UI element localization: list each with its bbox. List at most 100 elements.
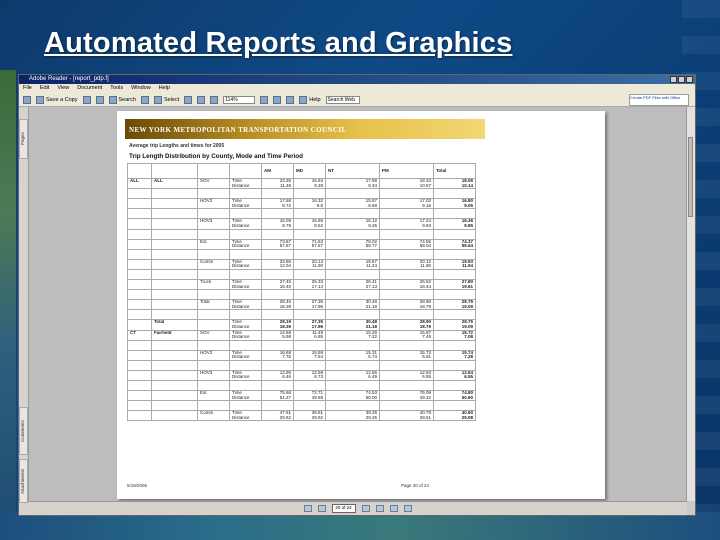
spacer-cell xyxy=(379,339,434,351)
open-icon[interactable] xyxy=(23,95,31,104)
distance-label: Distance xyxy=(232,263,250,269)
vertical-scrollbar[interactable] xyxy=(686,107,695,501)
spacer-cell xyxy=(229,188,262,200)
spacer-cell xyxy=(151,289,198,301)
distance-value: 11.48 xyxy=(280,182,291,188)
distance-value: 6.74 xyxy=(368,354,377,360)
rotate-icon[interactable] xyxy=(286,95,295,104)
value-cell: 39.81 29.92 xyxy=(293,410,326,422)
distance-value: 29.82 xyxy=(279,414,291,420)
county-name-cell xyxy=(151,349,198,361)
save-copy-button[interactable]: Save a Copy xyxy=(36,95,78,104)
value-cell: 17.58 8.72 xyxy=(261,198,294,210)
table-row: ALL ALL SOV Time Distance 23.35 11.48 16.64 9.28… xyxy=(127,177,476,190)
close-button[interactable] xyxy=(686,76,693,83)
document-viewport[interactable]: NEW YORK METROPOLITAN TRANSPORTATION COU… xyxy=(29,107,686,501)
email-icon[interactable] xyxy=(95,95,104,104)
spacer-cell xyxy=(293,289,326,301)
spacer-cell xyxy=(127,228,152,240)
menu-file[interactable]: File xyxy=(23,84,32,93)
previous-page-button[interactable] xyxy=(317,505,326,512)
spacer-cell xyxy=(293,309,326,321)
maximize-button[interactable] xyxy=(678,76,685,83)
help-label: Help xyxy=(309,96,321,103)
distance-value: 11.90 xyxy=(420,263,431,269)
distance-label: Distance xyxy=(232,394,250,400)
scrollbar-thumb[interactable] xyxy=(688,137,693,217)
hand-tool-icon[interactable] xyxy=(140,95,149,104)
table-row: Ext. Time Distance 73.67 57.87 71.53 57.67 78.0… xyxy=(127,238,476,250)
spacer-cell xyxy=(127,268,152,280)
spacer-row xyxy=(127,228,476,240)
distance-value: 6.85 xyxy=(314,334,323,340)
snapshot-icon[interactable] xyxy=(184,95,193,104)
value-cell: 17.59 9.34 xyxy=(325,177,380,190)
distance-value: 18.79 xyxy=(419,303,431,309)
table-header-row: AM MD NT PM Total xyxy=(127,163,476,179)
table-row: HOV2 Time Distance 17.58 8.72 16.32 9.8 15.87 8.… xyxy=(127,198,476,210)
search-web-field[interactable]: Search Web xyxy=(325,95,360,104)
mode-cell: Total xyxy=(197,299,230,311)
search-button[interactable]: Search xyxy=(108,95,136,104)
report-footer-date: 5/18/2005 xyxy=(127,483,148,488)
menu-view[interactable]: View xyxy=(57,84,69,93)
distance-label: Distance xyxy=(232,323,250,329)
value-cell: 19.57 11.24 xyxy=(325,258,380,270)
value-cell: 20.13 11.90 xyxy=(293,258,326,270)
forward-button[interactable] xyxy=(403,505,412,512)
measure-label-cell: Time Distance xyxy=(229,278,262,291)
menu-edit[interactable]: Edit xyxy=(40,84,49,93)
fit-page-icon[interactable] xyxy=(260,95,269,104)
distance-value: 7.76 xyxy=(282,354,291,360)
menu-window[interactable]: Window xyxy=(131,84,151,93)
distance-value: 6.55 xyxy=(422,374,431,380)
column-header: NT xyxy=(325,163,380,179)
zoom-out-icon[interactable] xyxy=(210,95,219,104)
create-pdf-ad[interactable]: Create PDF Files with Office xyxy=(629,93,689,106)
spacer-row xyxy=(127,380,476,392)
pdf-page: NEW YORK METROPOLITAN TRANSPORTATION COU… xyxy=(117,111,605,499)
zoom-level-field[interactable]: 114% xyxy=(223,95,256,104)
menu-tools[interactable]: Tools xyxy=(110,84,123,93)
spacer-cell xyxy=(293,188,326,200)
spacer-cell xyxy=(151,228,198,240)
menu-document[interactable]: Document xyxy=(77,84,102,93)
last-page-button[interactable] xyxy=(375,505,384,512)
distance-value: 58.04 xyxy=(419,243,431,249)
back-button[interactable] xyxy=(389,505,398,512)
next-page-button[interactable] xyxy=(361,505,370,512)
value-cell: 16.32 9.8 xyxy=(293,198,326,210)
page-indicator[interactable]: 20 of 24 xyxy=(331,504,356,513)
print-icon[interactable] xyxy=(82,95,91,104)
measure-label-cell: Time Distance xyxy=(229,299,262,311)
county-cell xyxy=(127,390,152,402)
value-cell: 11.49 6.85 xyxy=(293,329,326,341)
fit-width-icon[interactable] xyxy=(273,95,282,104)
measure-label-cell: Time Distance xyxy=(229,349,262,361)
spacer-cell xyxy=(433,400,476,412)
distance-value: 58.64 xyxy=(461,243,473,249)
spacer-cell xyxy=(197,208,230,220)
value-cell: 78.02 58.77 xyxy=(325,238,380,250)
value-cell: 16.36 9.85 xyxy=(433,218,476,230)
value-cell: 71.53 57.67 xyxy=(293,238,326,250)
minimize-button[interactable] xyxy=(670,76,677,83)
value-cell: 17.24 9.93 xyxy=(379,218,434,230)
help-button[interactable]: Help xyxy=(299,95,321,104)
menu-help[interactable]: Help xyxy=(159,84,170,93)
value-cell: 40.60 29.08 xyxy=(433,410,476,422)
select-button[interactable]: Select xyxy=(153,95,180,104)
spacer-cell xyxy=(151,339,198,351)
tab-attachments[interactable]: Attachments xyxy=(19,459,28,503)
zoom-in-icon[interactable] xyxy=(197,95,206,104)
distance-value: 7.54 xyxy=(314,354,323,360)
table-row: HOV3 Time Distance 12.95 6.46 12.59 6.73 12.55 6… xyxy=(127,369,476,382)
select-label: Select xyxy=(163,96,180,103)
first-page-button[interactable] xyxy=(303,505,312,512)
tab-comments[interactable]: Comments xyxy=(19,407,28,455)
tab-pages[interactable]: Pages xyxy=(19,119,28,159)
spacer-cell xyxy=(433,268,476,280)
distance-value: 6.91 xyxy=(422,354,431,360)
spacer-row xyxy=(127,339,476,351)
value-cell: 23.35 11.48 xyxy=(261,177,294,190)
